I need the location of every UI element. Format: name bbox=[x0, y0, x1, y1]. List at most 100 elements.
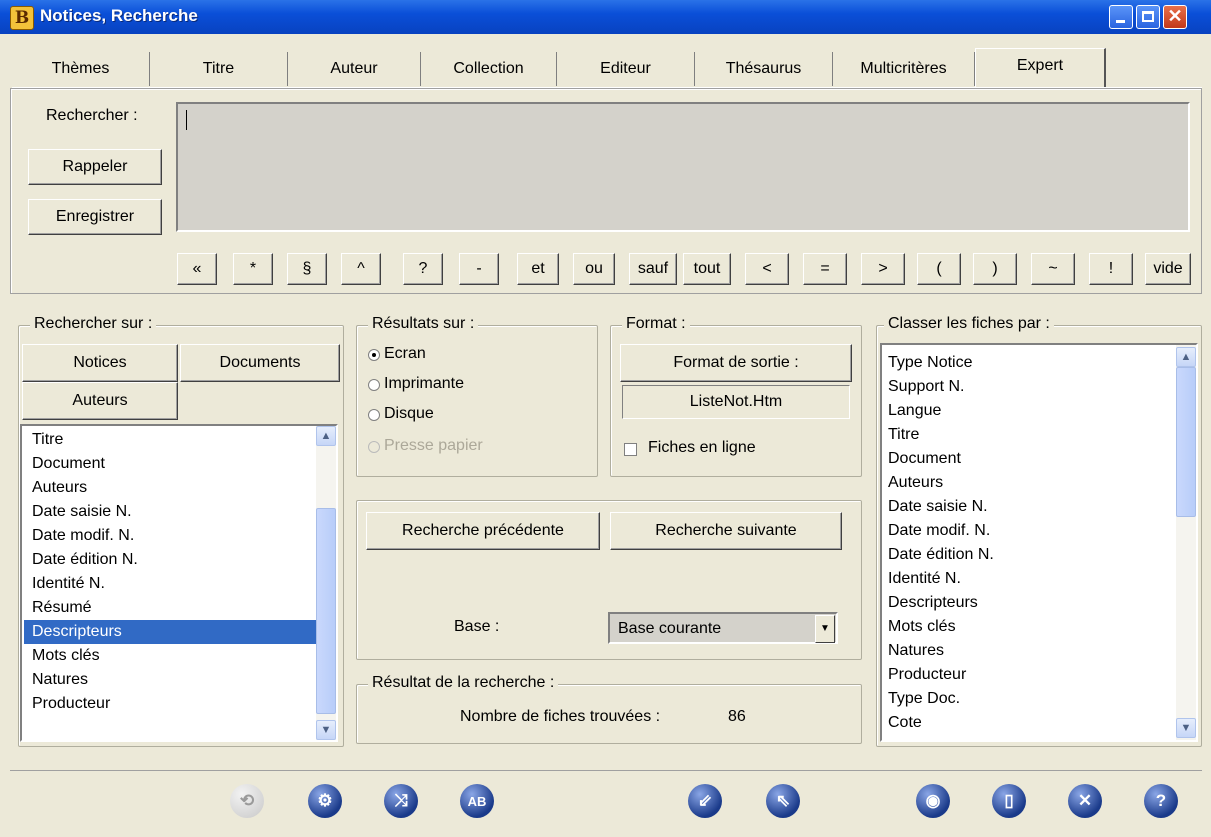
operator-button[interactable]: > bbox=[861, 253, 905, 285]
radio-ecran[interactable] bbox=[368, 349, 380, 361]
list-item[interactable]: Date édition N. bbox=[32, 548, 138, 572]
list-item[interactable]: Date saisie N. bbox=[888, 495, 988, 519]
list-item[interactable]: Auteurs bbox=[32, 476, 87, 500]
list-item[interactable]: Producteur bbox=[888, 663, 966, 687]
refresh-icon[interactable]: ⟲ bbox=[230, 784, 264, 818]
radio-ecran-label[interactable]: Ecran bbox=[384, 345, 426, 363]
tab-auteur[interactable]: Auteur bbox=[288, 52, 421, 86]
scroll-down-icon[interactable]: ▼ bbox=[316, 720, 336, 740]
list-item[interactable]: Cote bbox=[888, 711, 922, 735]
sort-fields-list[interactable]: Type Notice Support N. Langue Titre Docu… bbox=[880, 343, 1198, 742]
operator-button[interactable]: sauf bbox=[629, 253, 677, 285]
tab-editeur[interactable]: Editeur bbox=[557, 52, 695, 86]
list-item-selected[interactable]: Descripteurs bbox=[24, 620, 322, 644]
previous-search-button[interactable]: Recherche précédente bbox=[366, 512, 600, 550]
list-item[interactable]: Auteurs bbox=[888, 471, 943, 495]
list-item[interactable]: Document bbox=[32, 452, 105, 476]
auteurs-button[interactable]: Auteurs bbox=[22, 382, 178, 420]
output-format-value[interactable]: ListeNot.Htm bbox=[622, 385, 850, 419]
export-icon[interactable]: ⇖ bbox=[766, 784, 800, 818]
result-count: 86 bbox=[728, 708, 746, 725]
page-icon[interactable]: ▯ bbox=[992, 784, 1026, 818]
operator-button[interactable]: ( bbox=[917, 253, 961, 285]
list-item[interactable]: Mots clés bbox=[32, 644, 100, 668]
operator-button[interactable]: < bbox=[745, 253, 789, 285]
list-item[interactable]: Natures bbox=[32, 668, 88, 692]
tab-themes[interactable]: Thèmes bbox=[12, 52, 150, 86]
query-input[interactable] bbox=[176, 102, 1190, 232]
help-icon[interactable]: ? bbox=[1144, 784, 1178, 818]
operator-button[interactable]: vide bbox=[1145, 253, 1191, 285]
scroll-up-icon[interactable]: ▲ bbox=[316, 426, 336, 446]
operator-button[interactable]: § bbox=[287, 253, 327, 285]
list-item[interactable]: Date modif. N. bbox=[32, 524, 134, 548]
list-item[interactable]: Langue bbox=[888, 399, 941, 423]
list-item[interactable]: Producteur bbox=[32, 692, 110, 716]
list-item[interactable]: Identité N. bbox=[888, 567, 961, 591]
radio-imprimante[interactable] bbox=[368, 379, 380, 391]
sort-by-label: Classer les fiches par : bbox=[884, 315, 1054, 333]
tab-thesaurus[interactable]: Thésaurus bbox=[695, 52, 833, 86]
operator-button[interactable]: ! bbox=[1089, 253, 1133, 285]
radio-disque[interactable] bbox=[368, 409, 380, 421]
next-search-button[interactable]: Recherche suivante bbox=[610, 512, 842, 550]
operator-button[interactable]: et bbox=[517, 253, 559, 285]
scroll-up-icon[interactable]: ▲ bbox=[1176, 347, 1196, 367]
output-format-button[interactable]: Format de sortie : bbox=[620, 344, 852, 382]
search-fields-list[interactable]: Titre Document Auteurs Date saisie N. Da… bbox=[20, 424, 338, 742]
list-item[interactable]: Titre bbox=[32, 428, 63, 452]
operator-button[interactable]: = bbox=[803, 253, 847, 285]
operator-button[interactable]: ^ bbox=[341, 253, 381, 285]
operator-button[interactable]: ? bbox=[403, 253, 443, 285]
view-icon[interactable]: ◉ bbox=[916, 784, 950, 818]
notices-button[interactable]: Notices bbox=[22, 344, 178, 382]
chevron-down-icon[interactable]: ▼ bbox=[815, 615, 835, 643]
inline-records-label[interactable]: Fiches en ligne bbox=[648, 439, 756, 457]
list-item[interactable]: Descripteurs bbox=[888, 591, 978, 615]
recall-button[interactable]: Rappeler bbox=[28, 149, 162, 185]
list-item[interactable]: Type Doc. bbox=[888, 687, 960, 711]
search-fields-scrollbar[interactable]: ▲ ▼ bbox=[316, 426, 336, 740]
tab-collection[interactable]: Collection bbox=[421, 52, 557, 86]
list-item[interactable]: Date saisie N. bbox=[32, 500, 132, 524]
maximize-button[interactable] bbox=[1136, 5, 1160, 29]
list-item[interactable]: Support N. bbox=[888, 375, 964, 399]
scroll-thumb[interactable] bbox=[316, 508, 336, 714]
operator-button[interactable]: ~ bbox=[1031, 253, 1075, 285]
operator-button[interactable]: « bbox=[177, 253, 217, 285]
operator-button[interactable]: tout bbox=[683, 253, 731, 285]
list-item[interactable]: Date édition N. bbox=[888, 543, 994, 567]
operator-button[interactable]: * bbox=[233, 253, 273, 285]
title-bar[interactable]: B Notices, Recherche ✕ bbox=[0, 0, 1211, 34]
sort-fields-scrollbar[interactable]: ▲ ▼ bbox=[1176, 345, 1196, 740]
import-icon[interactable]: ⇙ bbox=[688, 784, 722, 818]
base-select[interactable]: Base courante ▼ bbox=[608, 612, 838, 644]
radio-imprimante-label[interactable]: Imprimante bbox=[384, 375, 464, 393]
inline-records-checkbox[interactable] bbox=[624, 443, 637, 456]
operator-button[interactable]: ou bbox=[573, 253, 615, 285]
documents-button[interactable]: Documents bbox=[180, 344, 340, 382]
list-item[interactable]: Document bbox=[888, 447, 961, 471]
tab-titre[interactable]: Titre bbox=[150, 52, 288, 86]
tab-multicriteres[interactable]: Multicritères bbox=[833, 52, 975, 86]
operator-button[interactable]: ) bbox=[973, 253, 1017, 285]
spellcheck-icon[interactable]: AB bbox=[460, 784, 494, 818]
scroll-thumb[interactable] bbox=[1176, 367, 1196, 517]
list-item[interactable]: Mots clés bbox=[888, 615, 956, 639]
close-window-button[interactable]: ✕ bbox=[1163, 5, 1187, 29]
minimize-button[interactable] bbox=[1109, 5, 1133, 29]
list-item[interactable]: Type Notice bbox=[888, 351, 972, 375]
shuffle-icon[interactable]: ⤨ bbox=[384, 784, 418, 818]
scroll-down-icon[interactable]: ▼ bbox=[1176, 718, 1196, 738]
save-button[interactable]: Enregistrer bbox=[28, 199, 162, 235]
radio-disque-label[interactable]: Disque bbox=[384, 405, 434, 423]
settings-icon[interactable]: ⚙ bbox=[308, 784, 342, 818]
operator-button[interactable]: - bbox=[459, 253, 499, 285]
close-icon[interactable]: ✕ bbox=[1068, 784, 1102, 818]
list-item[interactable]: Titre bbox=[888, 423, 919, 447]
list-item[interactable]: Résumé bbox=[32, 596, 92, 620]
list-item[interactable]: Date modif. N. bbox=[888, 519, 990, 543]
tab-expert[interactable]: Expert bbox=[975, 48, 1106, 88]
list-item[interactable]: Natures bbox=[888, 639, 944, 663]
list-item[interactable]: Identité N. bbox=[32, 572, 105, 596]
